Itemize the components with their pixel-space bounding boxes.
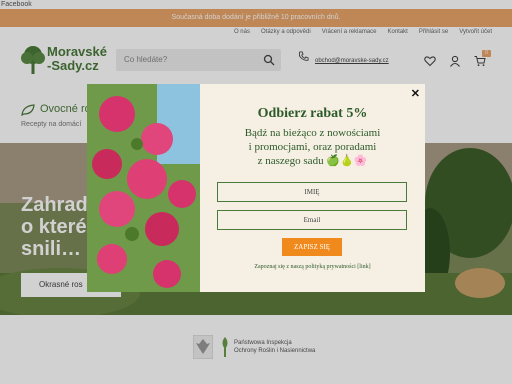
modal-title: Odbierz rabat 5%	[257, 106, 368, 121]
modal-text-line3: z naszego sadu 🍏🍐🌸	[257, 155, 368, 167]
name-field[interactable]: IMIĘ	[217, 182, 407, 202]
modal-text-line1: Bądź na bieżąco z nowościami	[244, 127, 381, 139]
close-icon[interactable]: ✕	[411, 87, 420, 100]
modal-flower-photo	[87, 84, 200, 292]
subscribe-button[interactable]: ZAPISZ SIĘ	[282, 238, 342, 256]
modal-text-line2: i promocjami, oraz poradami	[248, 141, 377, 153]
modal-description: Bądź na bieżąco z nowościami i promocjam…	[200, 126, 425, 168]
email-field[interactable]: Email	[217, 210, 407, 230]
privacy-link[interactable]: Zapoznaj się z naszą polityką prywatnośc…	[200, 264, 425, 270]
newsletter-modal: ✕ Odbierz rabat 5% Bądź na bieżąco z now…	[87, 84, 425, 292]
